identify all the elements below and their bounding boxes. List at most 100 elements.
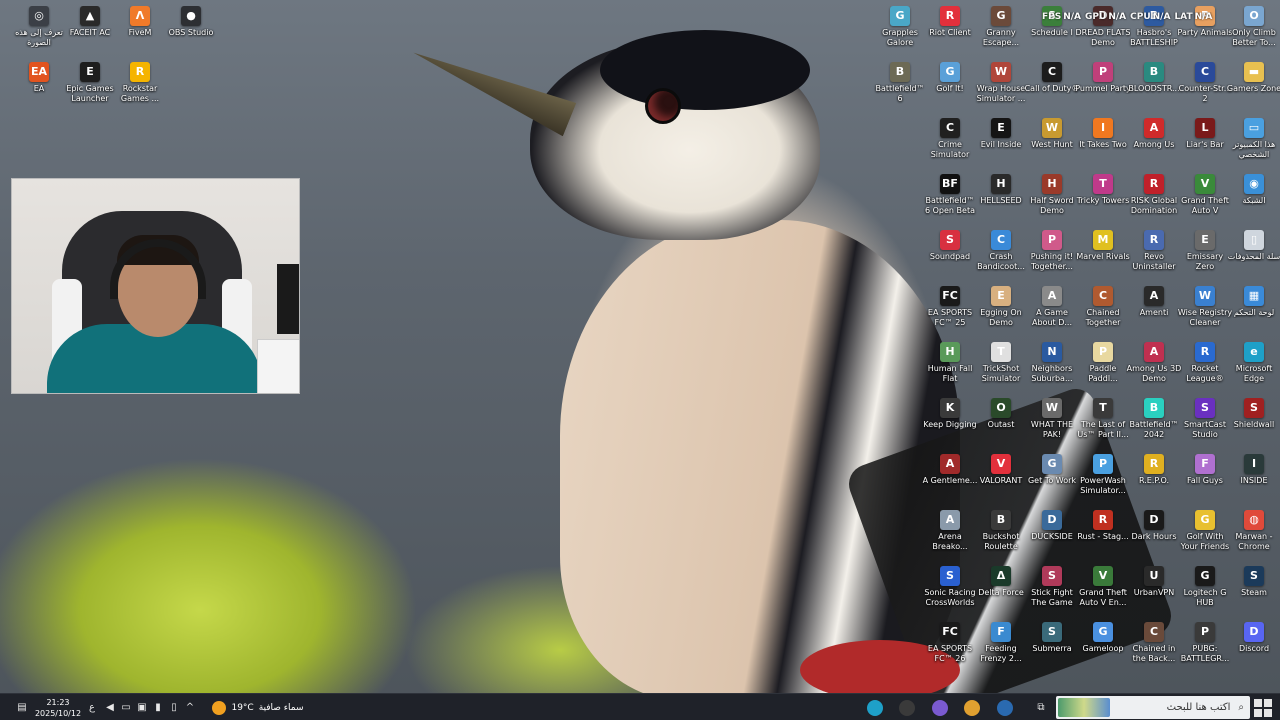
desktop-shortcut[interactable]: V VALORANT — [973, 454, 1029, 486]
desktop-shortcut[interactable]: C Crash Bandicoot... — [973, 230, 1029, 272]
desktop-shortcut[interactable]: E Egging On Demo — [973, 286, 1029, 328]
desktop-shortcut[interactable]: FC EA SPORTS FC™ 26 — [922, 622, 978, 664]
desktop-shortcut[interactable]: A A Gentleme... — [922, 454, 978, 486]
desktop-shortcut[interactable]: P Pummel Party — [1075, 62, 1131, 94]
desktop-shortcut[interactable]: H HELLSEED — [973, 174, 1029, 206]
desktop-shortcut[interactable]: Δ Delta Force — [973, 566, 1029, 598]
obs-taskbar-icon[interactable] — [894, 694, 920, 720]
desktop-shortcut[interactable]: R R.E.P.O. — [1126, 454, 1182, 486]
desktop-shortcut[interactable]: F Feeding Frenzy 2... — [973, 622, 1029, 664]
desktop-shortcut[interactable]: W Wise Registry Cleaner — [1177, 286, 1233, 328]
desktop-shortcut[interactable]: S Submerra — [1024, 622, 1080, 654]
desktop-shortcut[interactable]: H Human Fall Flat — [922, 342, 978, 384]
desktop-shortcut[interactable]: D Dark Hours — [1126, 510, 1182, 542]
desktop-shortcut[interactable]: S Shieldwall — [1226, 398, 1280, 430]
desktop-shortcut[interactable]: BF Battlefield™ 6 Open Beta — [922, 174, 978, 216]
desktop-shortcut[interactable]: P PowerWash Simulator... — [1075, 454, 1131, 496]
desktop-shortcut[interactable]: G Logitech G HUB — [1177, 566, 1233, 608]
desktop-shortcut[interactable]: W West Hunt — [1024, 118, 1080, 150]
desktop-shortcut[interactable]: T The Last of Us™ Part II... — [1075, 398, 1131, 440]
desktop-shortcut[interactable]: C Call of Duty® — [1024, 62, 1080, 94]
desktop-shortcut[interactable]: A Arena Breako... — [922, 510, 978, 552]
desktop-shortcut[interactable]: H Half Sword Demo — [1024, 174, 1080, 216]
desktop-shortcut[interactable]: Λ FiveM — [112, 6, 168, 38]
desktop-shortcut[interactable]: ◍ Marwan - Chrome — [1226, 510, 1280, 552]
desktop-shortcut[interactable]: G Golf With Your Friends — [1177, 510, 1233, 552]
volume-icon[interactable]: ◀︎ — [102, 694, 118, 720]
desktop-shortcut[interactable]: C Crime Simulator — [922, 118, 978, 160]
desktop-shortcut[interactable]: R Rockstar Games ... — [112, 62, 168, 104]
task-view-icon[interactable]: ⧉ — [1032, 694, 1050, 720]
desktop-shortcut[interactable]: G Get To Work — [1024, 454, 1080, 486]
taskbar-search-box[interactable]: اكتب هنا للبحث ⌕ — [1056, 696, 1250, 719]
desktop-shortcut[interactable]: ◉ الشبكة — [1226, 174, 1280, 206]
desktop-shortcut[interactable]: C Chained in the Back... — [1126, 622, 1182, 664]
desktop-shortcut[interactable]: T TrickShot Simulator — [973, 342, 1029, 384]
desktop-shortcut[interactable]: C Chained Together — [1075, 286, 1131, 328]
desktop-shortcut[interactable]: E Emissary Zero — [1177, 230, 1233, 272]
chrome-taskbar-icon[interactable] — [959, 694, 985, 720]
desktop-shortcut[interactable]: G Golf It! — [922, 62, 978, 94]
desktop-shortcut[interactable]: G Granny Escape... — [973, 6, 1029, 48]
desktop-shortcut[interactable]: R Riot Client — [922, 6, 978, 38]
language-indicator[interactable]: ع — [84, 694, 100, 720]
desktop-shortcut[interactable]: B Buckshot Roulette — [973, 510, 1029, 552]
weather-widget[interactable]: 19°C سماء صافية — [208, 694, 308, 720]
desktop-shortcut[interactable]: ◎ تعرف إلى هذه الصورة — [11, 6, 67, 48]
desktop-shortcut[interactable]: A Among Us 3D Demo — [1126, 342, 1182, 384]
desktop-shortcut[interactable]: F Fall Guys — [1177, 454, 1233, 486]
desktop-shortcut[interactable]: A Amenti — [1126, 286, 1182, 318]
desktop-shortcut[interactable]: D DUCKSIDE — [1024, 510, 1080, 542]
desktop-shortcut[interactable]: ▬ Gamers Zone — [1226, 62, 1280, 94]
app-taskbar-icon[interactable] — [927, 694, 953, 720]
desktop-shortcut[interactable]: I INSIDE — [1226, 454, 1280, 486]
desktop-shortcut[interactable]: O Outast — [973, 398, 1029, 430]
desktop-shortcut[interactable]: R Rocket League® — [1177, 342, 1233, 384]
desktop-shortcut[interactable]: N Neighbors Suburba... — [1024, 342, 1080, 384]
desktop-shortcut[interactable]: ▦ لوحة التحكم — [1226, 286, 1280, 318]
device-tray-icon[interactable]: ▯ — [166, 694, 182, 720]
desktop-shortcut[interactable]: E Epic Games Launcher — [62, 62, 118, 104]
desktop-shortcut[interactable]: S SmartCast Studio — [1177, 398, 1233, 440]
desktop-shortcut[interactable]: I It Takes Two — [1075, 118, 1131, 150]
desktop-shortcut[interactable]: M Marvel Rivals — [1075, 230, 1131, 262]
desktop-shortcut[interactable]: P Paddle Paddl... — [1075, 342, 1131, 384]
notifications-icon[interactable]: ▤ — [14, 694, 30, 720]
network-tray-icon[interactable]: ▭ — [118, 694, 134, 720]
desktop-shortcut[interactable]: B Battlefield™ 2042 — [1126, 398, 1182, 440]
desktop-shortcut[interactable]: V Grand Theft Auto V En... — [1075, 566, 1131, 608]
desktop-shortcut[interactable]: W Wrap House Simulator ... — [973, 62, 1029, 104]
desktop-shortcut[interactable]: A A Game About D... — [1024, 286, 1080, 328]
desktop-shortcut[interactable]: B Battlefield™ 6 — [872, 62, 928, 104]
taskbar-clock[interactable]: 21:23 2025/10/12 — [30, 694, 86, 720]
edge-taskbar-icon[interactable] — [862, 694, 888, 720]
desktop-shortcut[interactable]: G Grapples Galore — [872, 6, 928, 48]
display-tray-icon[interactable]: ▣ — [134, 694, 150, 720]
desktop-shortcut[interactable]: D Discord — [1226, 622, 1280, 654]
desktop-shortcut[interactable]: A Among Us — [1126, 118, 1182, 150]
desktop-shortcut[interactable]: G Gameloop — [1075, 622, 1131, 654]
desktop-shortcut[interactable]: R RISK Global Domination — [1126, 174, 1182, 216]
desktop-shortcut[interactable]: K Keep Digging — [922, 398, 978, 430]
desktop-shortcut[interactable]: ▲ FACEIT AC — [62, 6, 118, 38]
start-button-windows-icon[interactable] — [1254, 699, 1272, 717]
microphone-icon[interactable]: ▮ — [150, 694, 166, 720]
desktop-shortcut[interactable]: EA EA — [11, 62, 67, 94]
desktop-shortcut[interactable]: R Revo Uninstaller — [1126, 230, 1182, 272]
show-hidden-icons-chevron-icon[interactable]: ^ — [182, 694, 198, 720]
steam-taskbar-icon[interactable] — [992, 694, 1018, 720]
desktop-shortcut[interactable]: S Steam — [1226, 566, 1280, 598]
desktop-shortcut[interactable]: C Counter-Str... 2 — [1177, 62, 1233, 104]
desktop-shortcut[interactable]: FC EA SPORTS FC™ 25 — [922, 286, 978, 328]
desktop-shortcut[interactable]: T Tricky Towers — [1075, 174, 1131, 206]
desktop-shortcut[interactable]: B BLOODSTR... — [1126, 62, 1182, 94]
desktop-shortcut[interactable]: ● OBS Studio — [163, 6, 219, 38]
desktop-shortcut[interactable]: R Rust - Stag... — [1075, 510, 1131, 542]
desktop-shortcut[interactable]: W WHAT THE PAK! — [1024, 398, 1080, 440]
desktop-shortcut[interactable]: S Sonic Racing CrossWorlds — [922, 566, 978, 608]
desktop-shortcut[interactable]: V Grand Theft Auto V — [1177, 174, 1233, 216]
desktop-shortcut[interactable]: U UrbanVPN — [1126, 566, 1182, 598]
desktop-shortcut[interactable]: S Stick Fight The Game — [1024, 566, 1080, 608]
desktop-shortcut[interactable]: S Soundpad — [922, 230, 978, 262]
desktop-shortcut[interactable]: L Liar's Bar — [1177, 118, 1233, 150]
